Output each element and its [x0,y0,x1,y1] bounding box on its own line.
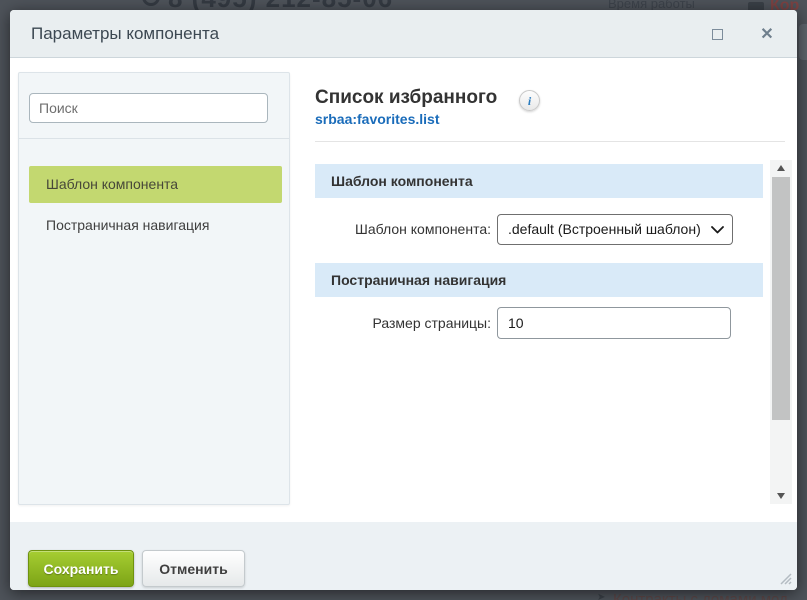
scroll-down-arrow-icon[interactable] [770,488,792,504]
close-button[interactable]: ✕ [754,22,780,48]
cancel-button[interactable]: Отменить [142,550,245,587]
cart-icon [748,2,764,10]
background-phone-number: 8 (495) 212-85-06 [168,0,393,10]
resize-handle-icon[interactable] [778,571,792,585]
scrollbar[interactable] [770,160,792,504]
sidebar-item-pagination[interactable]: Постраничная навигация [29,210,282,240]
info-icon[interactable]: i [519,90,540,111]
background-cart-label: Кор [770,0,799,10]
maximize-icon [712,29,723,40]
bullet-icon: ➤ [597,592,605,600]
component-parameters-dialog: Параметры компонента ✕ Шаблон компонента… [10,10,797,590]
save-button[interactable]: Сохранить [28,550,134,587]
sidebar-item-component-template[interactable]: Шаблон компонента [29,166,282,203]
page-size-field-label: Размер страницы: [315,307,491,339]
dimmed-page-footer: ➤ Контракты с домами мод [0,590,807,600]
dimmed-page-header: 8 (495) 212-85-06 Время работы Кор [0,0,807,10]
triangle-down-icon [777,493,785,499]
component-name-title: Список избранного [315,87,497,109]
component-code: srbaa:favorites.list [315,111,440,127]
section-header-pagination: Постраничная навигация [315,263,763,297]
sidebar-divider [19,138,289,139]
maximize-button[interactable] [710,27,725,42]
component-template-select[interactable]: .default (Встроенный шаблон) [497,214,733,245]
component-template-select-value: .default (Встроенный шаблон) [508,215,704,244]
scroll-up-arrow-icon[interactable] [770,160,792,176]
section-header-component-template: Шаблон компонента [315,164,763,198]
search-input[interactable] [29,93,268,123]
dialog-header: Параметры компонента ✕ [10,10,797,58]
template-field-label: Шаблон компонента: [315,214,491,245]
background-bottom-link: Контракты с домами мод [613,591,788,600]
dialog-footer: Сохранить Отменить [10,522,797,590]
chevron-down-icon [711,226,724,234]
dimmed-page-widget [799,24,807,60]
page-background: 8 (495) 212-85-06 Время работы Кор ➤ Кон… [0,0,807,600]
triangle-up-icon [777,165,785,171]
dialog-title: Параметры компонента [31,10,219,58]
sidebar: Шаблон компонента Постраничная навигация [18,72,290,505]
phone-icon [142,0,160,6]
scrollbar-thumb[interactable] [772,177,790,420]
page-size-input[interactable] [497,307,731,339]
content-divider [315,141,785,142]
background-hours-label: Время работы [608,0,695,10]
